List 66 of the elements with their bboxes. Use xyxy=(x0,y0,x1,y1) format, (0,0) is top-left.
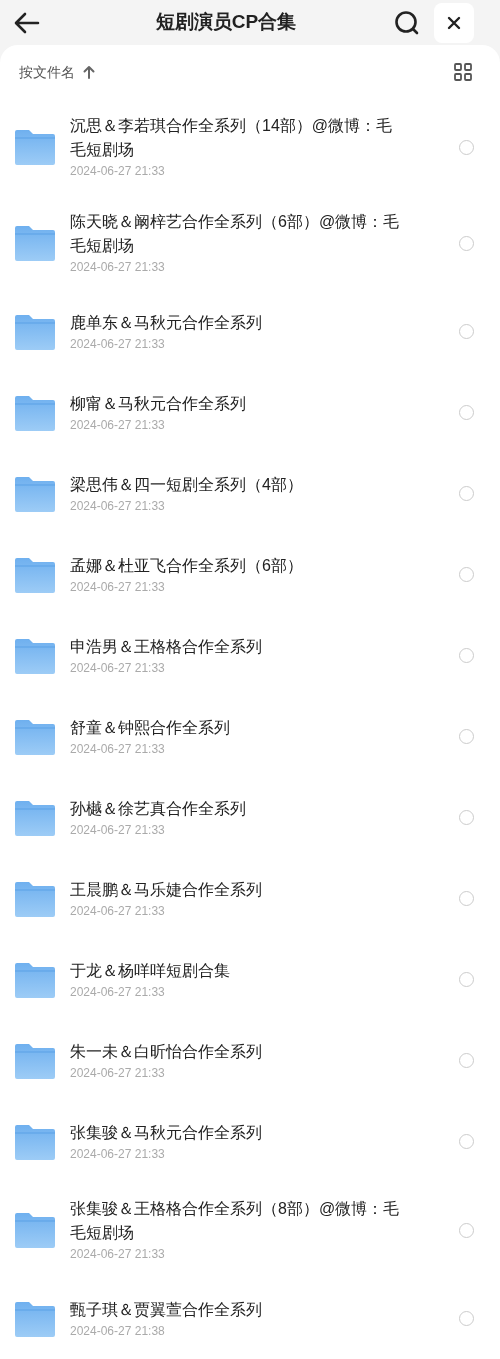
folder-name: 孟娜＆杜亚飞合作全系列（6部） xyxy=(70,555,304,576)
folder-icon xyxy=(15,313,55,350)
select-radio[interactable] xyxy=(459,1222,474,1238)
select-radio[interactable] xyxy=(459,1134,474,1149)
select-radio[interactable] xyxy=(459,648,474,663)
folder-name: 孙樾＆徐艺真合作全系列 xyxy=(70,798,247,819)
folder-name: 舒童＆钟熙合作全系列 xyxy=(70,717,231,738)
modified-date: 2024-06-27 21:33 xyxy=(70,578,166,596)
modified-date: 2024-06-27 21:33 xyxy=(70,1145,166,1163)
folder-icon xyxy=(15,637,55,674)
select-radio[interactable] xyxy=(459,567,474,582)
select-radio[interactable] xyxy=(459,1311,474,1326)
arrow-up-icon xyxy=(83,65,95,79)
folder-icon xyxy=(15,225,55,261)
folder-icon xyxy=(15,129,55,165)
folder-name: 柳甯＆马秋元合作全系列 xyxy=(70,393,247,414)
select-radio[interactable] xyxy=(459,1053,474,1068)
folder-name: 甄子琪＆贾翼萱合作全系列 xyxy=(70,1299,263,1320)
modified-date: 2024-06-27 21:33 xyxy=(70,1064,166,1082)
modified-date: 2024-06-27 21:38 xyxy=(70,1322,166,1340)
close-button[interactable] xyxy=(434,2,474,43)
folder-icon xyxy=(15,1300,55,1337)
folder-name: 申浩男＆王格格合作全系列 xyxy=(70,636,263,657)
grid-view-icon[interactable] xyxy=(454,63,472,81)
select-radio[interactable] xyxy=(459,729,474,744)
modified-date: 2024-06-27 21:33 xyxy=(70,821,166,839)
folder-name: 鹿单东＆马秋元合作全系列 xyxy=(70,312,263,333)
close-icon xyxy=(447,15,461,30)
modified-date: 2024-06-27 21:33 xyxy=(70,740,166,758)
modified-date: 2024-06-27 21:33 xyxy=(70,1246,166,1263)
folder-name: 陈天晓＆阚梓艺合作全系列（6部）@微博：毛毛短剧场 xyxy=(70,212,401,256)
folder-icon xyxy=(15,880,55,917)
modified-date: 2024-06-27 21:33 xyxy=(70,335,166,353)
folder-icon xyxy=(15,475,55,512)
folder-icon xyxy=(15,1042,55,1079)
modified-date: 2024-06-27 21:33 xyxy=(70,902,166,920)
folder-icon xyxy=(15,1212,55,1248)
select-radio[interactable] xyxy=(459,486,474,501)
sort-button[interactable]: 按文件名 xyxy=(19,61,95,83)
folder-icon xyxy=(15,799,55,836)
folder-icon xyxy=(15,718,55,755)
folder-name: 梁思伟＆四一短剧全系列（4部） xyxy=(70,474,304,495)
folder-icon xyxy=(15,394,55,431)
modified-date: 2024-06-27 21:33 xyxy=(70,416,166,434)
select-radio[interactable] xyxy=(459,405,474,420)
modified-date: 2024-06-27 21:33 xyxy=(70,497,166,515)
select-radio[interactable] xyxy=(459,891,474,906)
folder-icon xyxy=(15,961,55,998)
modified-date: 2024-06-27 21:33 xyxy=(70,163,166,180)
folder-name: 沉思＆李若琪合作全系列（14部）@微博：毛毛短剧场 xyxy=(70,116,394,160)
modified-date: 2024-06-27 21:33 xyxy=(70,983,166,1001)
select-radio[interactable] xyxy=(459,139,474,155)
select-radio[interactable] xyxy=(459,235,474,251)
folder-icon xyxy=(15,1123,55,1160)
modified-date: 2024-06-27 21:33 xyxy=(70,659,166,677)
modified-date: 2024-06-27 21:33 xyxy=(70,259,166,276)
folder-name: 张集骏＆马秋元合作全系列 xyxy=(70,1122,263,1143)
folder-name: 于龙＆杨咩咩短剧合集 xyxy=(70,960,231,981)
folder-icon xyxy=(15,556,55,593)
select-radio[interactable] xyxy=(459,810,474,825)
folder-name: 张集骏＆王格格合作全系列（8部）@微博：毛毛短剧场 xyxy=(70,1199,401,1243)
select-radio[interactable] xyxy=(459,324,474,339)
folder-name: 朱一未＆白昕怡合作全系列 xyxy=(70,1041,263,1062)
page-title: 短剧演员CP合集 xyxy=(154,10,297,35)
select-radio[interactable] xyxy=(459,972,474,987)
folder-name: 王晨鹏＆马乐婕合作全系列 xyxy=(70,879,263,900)
